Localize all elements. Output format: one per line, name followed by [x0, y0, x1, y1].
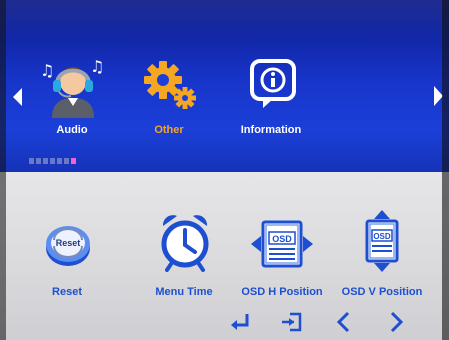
submenu-osd-h-position-label: OSD H Position — [241, 286, 323, 298]
reset-icon-text: Reset — [56, 238, 81, 248]
headset-person-icon: ♫ ♫ — [40, 57, 104, 118]
category-header-panel: ♫ ♫ Audio Other Information — [0, 0, 449, 172]
info-icon — [250, 59, 296, 108]
osd-menu-screen: ♫ ♫ Audio Other Information Reset Reset … — [0, 0, 449, 340]
page-dot-active — [71, 158, 76, 164]
previous-icon[interactable] — [332, 310, 356, 334]
category-information[interactable]: Information — [221, 59, 321, 142]
category-information-label: Information — [240, 124, 302, 136]
submenu-reset-label: Reset — [52, 286, 82, 298]
submenu-osd-v-position[interactable]: OSD OSD V Position — [327, 210, 437, 308]
category-other[interactable]: Other — [119, 61, 219, 142]
osd-h-icon-text: OSD — [272, 234, 292, 244]
osd-h-position-icon: OSD — [251, 220, 313, 268]
next-icon[interactable] — [384, 310, 408, 334]
alarm-clock-icon — [161, 215, 209, 272]
page-dot — [43, 158, 48, 164]
screen-bezel-left — [0, 0, 6, 340]
screen-bezel-right — [442, 0, 449, 340]
submenu-osd-h-position[interactable]: OSD OSD H Position — [227, 218, 337, 308]
page-dot — [36, 158, 41, 164]
reset-icon: Reset — [46, 226, 90, 266]
submenu-osd-v-position-label: OSD V Position — [341, 286, 423, 298]
submenu-menu-time-label: Menu Time — [155, 286, 213, 298]
category-other-label: Other — [154, 124, 184, 136]
scroll-left-arrow-icon[interactable] — [13, 88, 22, 106]
osd-v-position-icon: OSD — [365, 210, 399, 272]
page-dot — [50, 158, 55, 164]
page-dot — [29, 158, 34, 164]
exit-icon[interactable] — [280, 310, 304, 334]
page-dot — [64, 158, 69, 164]
enter-icon[interactable] — [228, 310, 252, 334]
gears-icon — [144, 61, 196, 109]
svg-text:♫: ♫ — [40, 61, 54, 80]
submenu-panel: Reset Reset Menu Time OSD OSD H Position… — [0, 172, 449, 340]
page-dot — [57, 158, 62, 164]
category-audio-label: Audio — [56, 124, 88, 136]
osd-v-icon-text: OSD — [373, 232, 391, 241]
svg-text:♫: ♫ — [90, 57, 104, 76]
submenu-reset[interactable]: Reset Reset — [12, 218, 122, 308]
category-audio[interactable]: ♫ ♫ Audio — [22, 57, 122, 142]
submenu-menu-time[interactable]: Menu Time — [129, 215, 239, 308]
